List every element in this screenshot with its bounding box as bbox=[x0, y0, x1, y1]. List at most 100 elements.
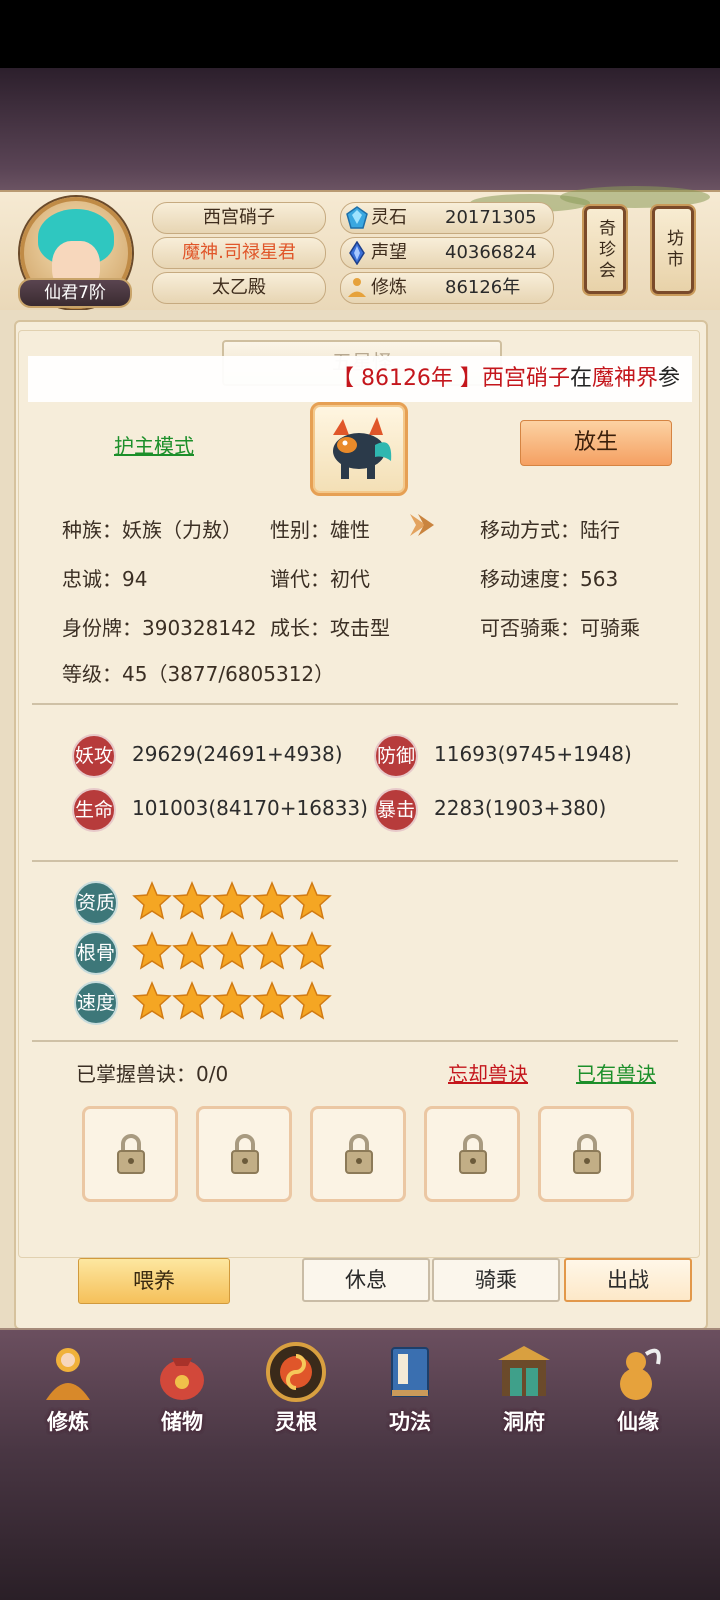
skill-slot[interactable] bbox=[538, 1106, 634, 1202]
status-bar bbox=[0, 0, 720, 68]
stat-value-defense: 11693(9745+1948) bbox=[434, 742, 632, 766]
marquee-player: 西宫硝子 bbox=[481, 366, 570, 391]
resource-label: 灵石 bbox=[371, 207, 407, 228]
divider bbox=[32, 703, 678, 705]
owned-skills-link[interactable]: 已有兽诀 bbox=[576, 1058, 656, 1087]
beast-icon bbox=[333, 417, 392, 479]
stat-value-attack: 29629(24691+4938) bbox=[132, 742, 343, 766]
lock-icon bbox=[345, 1134, 373, 1174]
nav-storage[interactable]: 储物 bbox=[132, 1336, 232, 1440]
ride-button[interactable]: 骑乘 bbox=[432, 1258, 560, 1302]
resource-value: 40366824 bbox=[445, 242, 537, 263]
loyalty-info: 忠诚：94 bbox=[62, 567, 148, 591]
pet-portrait[interactable] bbox=[310, 402, 408, 496]
skill-slot[interactable] bbox=[196, 1106, 292, 1202]
swap-arrow-icon[interactable] bbox=[404, 508, 438, 542]
nav-cultivate[interactable]: 修炼 bbox=[18, 1336, 118, 1440]
lock-icon bbox=[573, 1134, 601, 1174]
quality-badge: 根骨 bbox=[74, 931, 118, 975]
star-icon bbox=[292, 881, 332, 920]
resource-value: 20171305 bbox=[445, 207, 537, 228]
pine-decor bbox=[560, 186, 710, 208]
quality-badge: 速度 bbox=[74, 981, 118, 1025]
stat-value-crit: 2283(1903+380) bbox=[434, 796, 607, 820]
broadcast-marquee: 【 86126年 】西宫硝子在魔神界参 bbox=[28, 356, 692, 402]
player-location: 太乙殿 bbox=[152, 272, 326, 304]
stat-badge-attack: 妖攻 bbox=[72, 734, 116, 778]
star-icon bbox=[132, 931, 172, 970]
meditation-icon bbox=[348, 278, 366, 297]
nav-fate[interactable]: 仙缘 bbox=[588, 1336, 688, 1440]
scroll-book-icon bbox=[391, 1347, 429, 1397]
marquee-place: 魔神界 bbox=[591, 366, 658, 391]
market-button[interactable]: 坊市 bbox=[652, 206, 694, 294]
guard-mode-link[interactable]: 护主模式 bbox=[114, 430, 194, 459]
star-icon bbox=[132, 981, 172, 1020]
nav-cave[interactable]: 洞府 bbox=[474, 1336, 574, 1440]
star-icon bbox=[172, 931, 212, 970]
star-icon bbox=[292, 931, 332, 970]
forget-skill-link[interactable]: 忘却兽诀 bbox=[448, 1058, 528, 1087]
rest-button[interactable]: 休息 bbox=[302, 1258, 430, 1302]
star-icon bbox=[212, 931, 252, 970]
marquee-verb: 在 bbox=[569, 366, 592, 391]
cultivation-counter: 修炼 86126年 bbox=[340, 272, 554, 304]
nav-label: 修炼 bbox=[47, 1410, 89, 1434]
treasure-fair-button[interactable]: 奇珍会 bbox=[584, 206, 626, 294]
gourd-icon bbox=[620, 1348, 661, 1400]
battle-button[interactable]: 出战 bbox=[564, 1258, 692, 1302]
mastered-skills-count: 已掌握兽诀：0/0 bbox=[76, 1062, 229, 1086]
move-speed-info: 移动速度：563 bbox=[480, 567, 619, 591]
star-icon bbox=[172, 881, 212, 920]
feed-button[interactable]: 喂养 bbox=[78, 1258, 230, 1304]
star-icon bbox=[252, 981, 292, 1020]
lock-icon bbox=[231, 1134, 259, 1174]
player-title: 魔神.司禄星君 bbox=[152, 237, 326, 269]
level-info: 等级：45（3877/6805312） bbox=[62, 662, 335, 686]
skill-slot[interactable] bbox=[424, 1106, 520, 1202]
stat-badge-crit: 暴击 bbox=[374, 788, 418, 832]
skill-slot[interactable] bbox=[310, 1106, 406, 1202]
nav-label: 洞府 bbox=[503, 1410, 545, 1434]
top-background bbox=[0, 68, 720, 193]
race-info: 种族：妖族（力敖） bbox=[62, 518, 242, 542]
generation-info: 谱代：初代 bbox=[270, 567, 370, 591]
prestige-counter: 声望 40366824 bbox=[340, 237, 554, 269]
skill-slot[interactable] bbox=[82, 1106, 178, 1202]
spirit-stone-icon bbox=[346, 206, 368, 229]
lock-icon bbox=[459, 1134, 487, 1174]
star-icon bbox=[252, 931, 292, 970]
nav-spirit-root[interactable]: 灵根 bbox=[246, 1336, 346, 1440]
gender-info: 性别：雄性 bbox=[270, 518, 370, 542]
quality-badge: 资质 bbox=[74, 881, 118, 925]
star-icon bbox=[212, 881, 252, 920]
nav-label: 储物 bbox=[161, 1410, 203, 1434]
growth-info: 成长：攻击型 bbox=[270, 616, 390, 640]
nav-label: 功法 bbox=[389, 1410, 431, 1434]
move-type-info: 移动方式：陆行 bbox=[480, 518, 620, 542]
release-button[interactable]: 放生 bbox=[520, 420, 672, 466]
spirit-stone-counter: 灵石 20171305 bbox=[340, 202, 554, 234]
pouch-icon bbox=[160, 1358, 204, 1400]
marquee-tail: 参 bbox=[657, 366, 680, 391]
prestige-gem-icon bbox=[349, 241, 365, 265]
marquee-year: 【 86126年 】 bbox=[331, 366, 482, 391]
star-icon bbox=[212, 981, 252, 1020]
stat-badge-defense: 防御 bbox=[374, 734, 418, 778]
monk-icon bbox=[46, 1348, 90, 1400]
nav-label: 灵根 bbox=[275, 1410, 317, 1434]
divider bbox=[32, 860, 678, 862]
star-icon bbox=[172, 981, 212, 1020]
spirit-root-icon bbox=[266, 1342, 326, 1402]
nav-techniques[interactable]: 功法 bbox=[360, 1336, 460, 1440]
rank-badge: 仙君7阶 bbox=[18, 278, 132, 308]
resource-value: 86126年 bbox=[445, 277, 521, 298]
star-icon bbox=[292, 981, 332, 1020]
stat-value-hp: 101003(84170+16833) bbox=[132, 796, 368, 820]
lock-icon bbox=[117, 1134, 145, 1174]
rideable-info: 可否骑乘：可骑乘 bbox=[480, 616, 640, 640]
divider bbox=[32, 1040, 678, 1042]
star-icon bbox=[252, 881, 292, 920]
id-tag-info: 身份牌：390328142 bbox=[62, 616, 257, 640]
player-name: 西宫硝子 bbox=[152, 202, 326, 234]
